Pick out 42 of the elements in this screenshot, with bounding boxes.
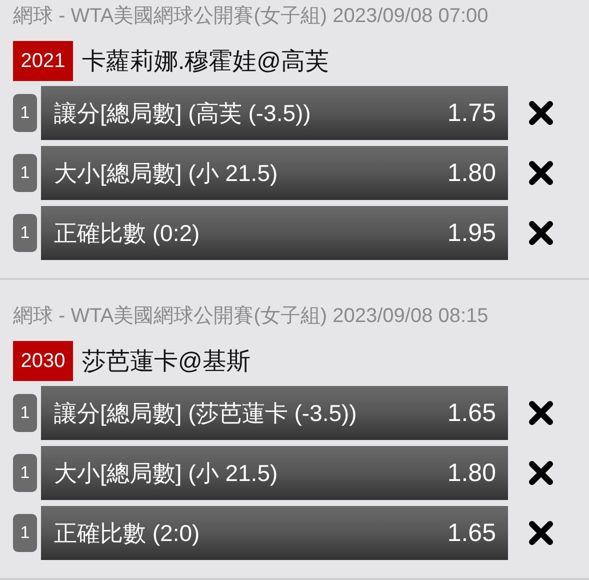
event-code: 2021 bbox=[13, 41, 73, 81]
remove-button[interactable] bbox=[528, 520, 554, 546]
bet-selection[interactable]: 大小[總局數] (小 21.5) 1.80 bbox=[41, 146, 508, 200]
bet-market: 讓分[總局數] (莎芭蓮卡 (-3.5)) bbox=[54, 398, 357, 428]
bet-odds: 1.80 bbox=[447, 458, 496, 488]
bet-market: 正確比數 (2:0) bbox=[54, 518, 200, 548]
remove-button[interactable] bbox=[528, 460, 554, 486]
close-icon bbox=[528, 160, 554, 186]
bet-selection[interactable]: 正確比數 (0:2) 1.95 bbox=[41, 206, 508, 260]
bet-count: 1 bbox=[13, 94, 37, 132]
event-header: 網球 - WTA美國網球公開賽(女子組) 2023/09/08 07:00 bbox=[12, 4, 490, 28]
remove-button[interactable] bbox=[528, 160, 554, 186]
bet-market: 正確比數 (0:2) bbox=[54, 218, 200, 248]
remove-button[interactable] bbox=[528, 400, 554, 426]
bet-selection[interactable]: 讓分[總局數] (莎芭蓮卡 (-3.5)) 1.65 bbox=[41, 386, 508, 440]
match-title: 卡蘿莉娜.穆霍娃@高芙 bbox=[82, 47, 330, 77]
bet-market: 大小[總局數] (小 21.5) bbox=[54, 158, 278, 188]
bet-count: 1 bbox=[13, 214, 37, 252]
event-header: 網球 - WTA美國網球公開賽(女子組) 2023/09/08 08:15 bbox=[12, 304, 490, 328]
bet-odds: 1.65 bbox=[447, 518, 496, 548]
bet-odds: 1.80 bbox=[447, 158, 496, 188]
bet-selection[interactable]: 讓分[總局數] (高芙 (-3.5)) 1.75 bbox=[41, 86, 508, 140]
bet-count: 1 bbox=[13, 514, 37, 552]
match-title: 莎芭蓮卡@基斯 bbox=[82, 347, 250, 377]
bet-count: 1 bbox=[13, 394, 37, 432]
close-icon bbox=[528, 520, 554, 546]
bet-odds: 1.65 bbox=[447, 398, 496, 428]
close-icon bbox=[528, 460, 554, 486]
bet-selection[interactable]: 正確比數 (2:0) 1.65 bbox=[41, 506, 508, 560]
remove-button[interactable] bbox=[528, 100, 554, 126]
bet-odds: 1.95 bbox=[447, 218, 496, 248]
bet-selection[interactable]: 大小[總局數] (小 21.5) 1.80 bbox=[41, 446, 508, 500]
close-icon bbox=[528, 100, 554, 126]
event-code: 2030 bbox=[13, 341, 73, 381]
bet-count: 1 bbox=[13, 154, 37, 192]
close-icon bbox=[528, 220, 554, 246]
bet-market: 讓分[總局數] (高芙 (-3.5)) bbox=[54, 98, 311, 128]
bet-odds: 1.75 bbox=[447, 98, 496, 128]
close-icon bbox=[528, 400, 554, 426]
bet-count: 1 bbox=[13, 454, 37, 492]
remove-button[interactable] bbox=[528, 220, 554, 246]
bet-market: 大小[總局數] (小 21.5) bbox=[54, 458, 278, 488]
